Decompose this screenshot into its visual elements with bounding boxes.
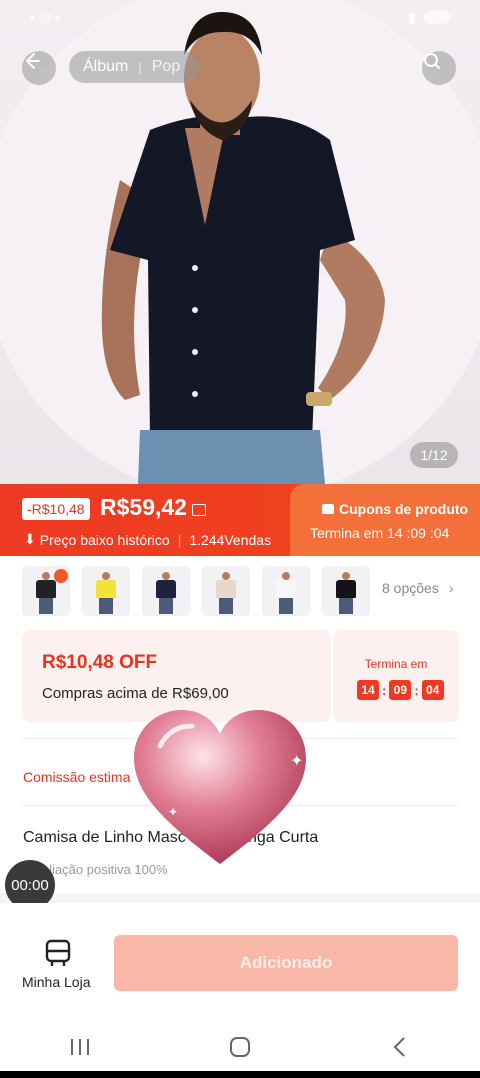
- coupon-condition: Compras acima de R$69,00: [42, 685, 229, 702]
- recent-apps-icon: [71, 1039, 89, 1055]
- variant-thumbnail[interactable]: [322, 566, 370, 616]
- ticket-icon: [322, 504, 334, 514]
- hot-badge-icon: [54, 569, 68, 583]
- variant-thumbnail[interactable]: [202, 566, 250, 616]
- price-info-icon[interactable]: [192, 504, 206, 516]
- svg-text:✦: ✦: [168, 805, 178, 819]
- historical-low-row: ⬇ Preço baixo histórico | 1.244Vendas: [24, 531, 271, 548]
- price-banner: -R$10,48 R$59,42 ⬇ Preço baixo histórico…: [0, 484, 480, 556]
- commission-label[interactable]: Comissão estima: [23, 769, 130, 785]
- historical-low-label: Preço baixo histórico: [39, 531, 170, 548]
- my-store-label[interactable]: Minha Loja: [22, 974, 91, 990]
- chevron-right-icon: ›: [448, 580, 454, 596]
- variant-model-figure: [156, 572, 176, 614]
- system-nav-bar: [0, 1023, 480, 1071]
- separator: |: [177, 531, 182, 548]
- home-icon: [230, 1037, 250, 1057]
- variant-model-figure: [336, 572, 356, 614]
- countdown-clock: 14: 09: 04: [357, 680, 444, 700]
- coupon-timer: Termina em 14 :09 :04: [310, 525, 450, 541]
- more-options-label: 8 opções: [382, 580, 439, 596]
- store-icon[interactable]: [45, 939, 71, 967]
- coupon-title[interactable]: Cupons de produto: [322, 501, 468, 517]
- countdown-label: Termina em: [364, 657, 428, 671]
- screen-edge: [0, 1071, 480, 1078]
- current-price: R$59,42: [100, 494, 187, 520]
- variant-thumbnail[interactable]: [142, 566, 190, 616]
- recent-apps-button[interactable]: [60, 1027, 100, 1067]
- variant-thumbnail[interactable]: [82, 566, 130, 616]
- signal-icon: ▮: [408, 8, 416, 25]
- bottom-action-bar: Minha Loja Adicionado: [0, 903, 480, 1023]
- variant-thumbnails: 8 opções ›: [0, 566, 480, 618]
- product-image-carousel[interactable]: ▪ ◎ ▪ ▮ Álbum | Pop 1/12: [0, 0, 480, 484]
- coupon-amount: R$10,48 OFF: [42, 652, 158, 673]
- countdown-hours: 14: [357, 680, 379, 700]
- coupon-title-label: Cupons de produto: [339, 501, 469, 517]
- battery-icon: [424, 10, 450, 24]
- variant-model-figure: [216, 572, 236, 614]
- variant-model-figure: [276, 572, 296, 614]
- chevron-left-icon: [393, 1037, 405, 1057]
- back-button[interactable]: [22, 51, 56, 85]
- coupon-panel[interactable]: [290, 484, 480, 556]
- tab-separator: |: [138, 59, 142, 75]
- search-button[interactable]: [422, 51, 456, 85]
- arrow-left-icon: [26, 53, 40, 69]
- discount-badge: -R$10,48: [22, 498, 90, 520]
- variant-thumbnail[interactable]: [22, 566, 70, 616]
- countdown-minutes: 09: [389, 680, 412, 700]
- heart-sticker-icon: ✦ ✦: [134, 710, 306, 864]
- tab-album[interactable]: Álbum: [83, 58, 128, 76]
- tab-pop[interactable]: Pop: [152, 58, 180, 76]
- home-button[interactable]: [220, 1027, 260, 1067]
- coupon-countdown: Termina em 14: 09: 04: [333, 630, 459, 722]
- status-bar: ▪ ◎ ▪ ▮: [0, 0, 480, 34]
- svg-text:✦: ✦: [290, 751, 303, 770]
- variant-model-figure: [36, 572, 56, 614]
- variant-model-figure: [96, 572, 116, 614]
- variant-thumbnail[interactable]: [262, 566, 310, 616]
- arrow-down-icon: ⬇: [24, 531, 36, 547]
- status-right: ▮: [408, 9, 450, 26]
- added-button[interactable]: Adicionado: [114, 935, 458, 991]
- search-icon: [424, 53, 440, 69]
- status-left: ▪ ◎ ▪: [30, 8, 60, 25]
- image-counter: 1/12: [410, 442, 458, 468]
- section-separator: [0, 893, 480, 903]
- system-back-button[interactable]: [380, 1027, 420, 1067]
- more-options-button[interactable]: 8 opções ›: [382, 580, 454, 596]
- sales-count: 1.244Vendas: [189, 531, 272, 548]
- countdown-seconds: 04: [421, 680, 444, 700]
- media-tabs[interactable]: Álbum | Pop: [69, 51, 199, 83]
